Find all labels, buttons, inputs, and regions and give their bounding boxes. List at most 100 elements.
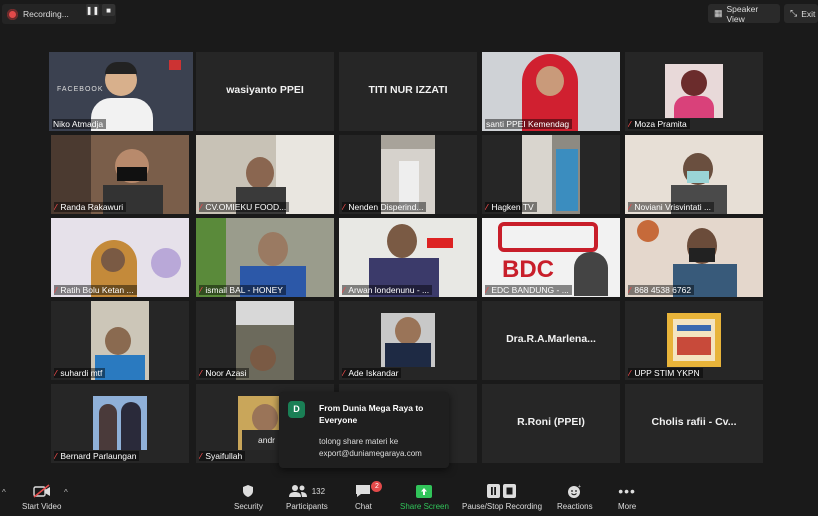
- share-screen-label: Share Screen: [400, 502, 449, 511]
- participant-tile[interactable]: ⁄ Bernard Parlaungan: [51, 384, 189, 463]
- participant-center-name: Dra.R.A.Marlena...: [506, 333, 596, 345]
- share-screen-icon: [416, 483, 433, 499]
- video-options-chevron-icon[interactable]: ^: [64, 488, 68, 497]
- speaker-view-icon: ▦: [714, 8, 723, 18]
- participant-tile[interactable]: ⁄ Ade Iskandar: [339, 301, 477, 380]
- participant-tile[interactable]: ⁄ UPP STIM YKPN: [625, 301, 763, 380]
- participant-name: santi PPEI Kemendag: [485, 119, 573, 129]
- muted-mic-icon: ⁄: [200, 451, 202, 461]
- chat-notification[interactable]: D From Dunia Mega Raya to Everyone tolon…: [279, 392, 449, 468]
- pause-recording-icon[interactable]: ❚❚: [86, 4, 99, 16]
- muted-mic-icon: ⁄: [343, 368, 345, 378]
- participant-name: ⁄ Ratih Bolu Ketan ...: [54, 285, 137, 295]
- participant-name: ⁄ Ade Iskandar: [342, 368, 402, 378]
- participant-tile[interactable]: BDC ⁄ EDC BANDUNG - ...: [482, 218, 620, 297]
- chat-unread-badge: 2: [371, 481, 383, 492]
- svg-text:+: +: [578, 484, 581, 490]
- reactions-label: Reactions: [557, 502, 593, 511]
- muted-mic-icon: ⁄: [200, 285, 202, 295]
- participants-button[interactable]: 132 Participants: [286, 483, 328, 511]
- participant-tile[interactable]: ⁄ 868 4538 6762: [625, 218, 763, 297]
- participant-name: ⁄ UPP STIM YKPN: [628, 368, 703, 378]
- chat-label: Chat: [355, 502, 372, 511]
- more-button[interactable]: ••• More: [618, 483, 636, 511]
- muted-mic-icon: ⁄: [629, 368, 631, 378]
- muted-mic-icon: ⁄: [629, 285, 631, 295]
- muted-mic-icon: ⁄: [200, 368, 202, 378]
- speaker-view-button[interactable]: ▦ Speaker View: [708, 4, 780, 24]
- reaction-smiley-icon: +: [567, 483, 582, 499]
- participant-tile[interactable]: TITI NUR IZZATI ⁄: [339, 52, 477, 131]
- participant-name: ⁄ Nenden Disperind...: [342, 202, 427, 212]
- chat-bubble-icon: 2: [355, 481, 383, 499]
- participant-tile[interactable]: ⁄ Hagken TV: [482, 135, 620, 214]
- security-button[interactable]: Security: [234, 483, 263, 511]
- more-label: More: [618, 502, 637, 511]
- participant-tile[interactable]: ⁄ ismail BAL - HONEY: [196, 218, 334, 297]
- participant-name: ⁄ Syaifullah: [199, 451, 246, 461]
- participant-center-name: TITI NUR IZZATI: [368, 84, 448, 96]
- participant-tile[interactable]: ⁄ Nenden Disperind...: [339, 135, 477, 214]
- participant-tile[interactable]: santi PPEI Kemendag: [482, 52, 620, 131]
- video-feed: [665, 64, 723, 118]
- participant-center-name: Cholis rafii - Cv...: [651, 416, 737, 428]
- pause-stop-recording-button[interactable]: Pause/Stop Recording: [462, 483, 542, 511]
- muted-mic-icon: ⁄: [55, 285, 57, 295]
- participants-label: Participants: [286, 502, 328, 511]
- muted-mic-icon: ⁄: [629, 119, 631, 129]
- participant-tile[interactable]: ⁄ Ratih Bolu Ketan ...: [51, 218, 189, 297]
- participant-tile[interactable]: FACEBOOK Niko Atmadja: [49, 52, 193, 131]
- participant-tile[interactable]: ⁄ Moza Pramita: [625, 52, 763, 131]
- participant-tile[interactable]: ⁄ CV.OMIEKU FOOD...: [196, 135, 334, 214]
- chat-button[interactable]: 2 Chat: [355, 481, 383, 511]
- muted-mic-icon: ⁄: [55, 451, 57, 461]
- participant-name: ⁄ ismail BAL - HONEY: [199, 285, 286, 295]
- participant-center-name: andr: [258, 435, 276, 445]
- video-off-icon: [33, 483, 51, 499]
- participant-center-name: wasiyanto PPEI: [226, 84, 304, 96]
- participant-tile[interactable]: Dra.R.A.Marlena... ⁄: [482, 301, 620, 380]
- stop-recording-icon[interactable]: ■: [102, 4, 115, 16]
- participants-icon: 132: [288, 483, 326, 499]
- pause-stop-icon: [487, 483, 517, 499]
- participant-name: ⁄ Noor Azasi: [199, 368, 250, 378]
- participant-tile[interactable]: ⁄ Randa Rakawuri: [51, 135, 189, 214]
- top-bar: Recording... ❚❚ ■ ▦ Speaker View ⤡ Exit: [0, 0, 818, 30]
- participant-name: ⁄ CV.OMIEKU FOOD...: [199, 202, 290, 212]
- participant-name: ⁄ suhardi mtf: [54, 368, 106, 378]
- share-screen-button[interactable]: Share Screen: [400, 483, 449, 511]
- exit-fullscreen-button[interactable]: ⤡ Exit: [784, 4, 818, 23]
- exit-fullscreen-icon: ⤡: [790, 8, 798, 18]
- participant-tile[interactable]: ⁄ suhardi mtf: [51, 301, 189, 380]
- reactions-button[interactable]: + Reactions: [557, 483, 593, 512]
- participant-tile[interactable]: R.Roni (PPEI) ⁄: [482, 384, 620, 463]
- participant-tile[interactable]: wasiyanto PPEI ⁄: [196, 52, 334, 131]
- participant-name: ⁄ 868 4538 6762: [628, 285, 695, 295]
- security-label: Security: [234, 502, 263, 511]
- exit-label: Exit: [801, 8, 816, 19]
- muted-mic-icon: ⁄: [55, 368, 57, 378]
- participant-tile[interactable]: ⁄ Noviani Vrisvintati ...: [625, 135, 763, 214]
- video-feed: [381, 313, 435, 367]
- participant-tile[interactable]: ⁄ Noor Azasi: [196, 301, 334, 380]
- participant-tile[interactable]: ⁄ Arwan londenunu - ...: [339, 218, 477, 297]
- participant-name: ⁄ Arwan londenunu - ...: [342, 285, 433, 295]
- participants-count: 132: [311, 486, 326, 496]
- recording-dot-icon: [7, 8, 18, 20]
- participant-tile[interactable]: Cholis rafii - Cv... ⁄: [625, 384, 763, 463]
- chat-message-text: tolong share materi ke export@duniamegar…: [319, 437, 422, 458]
- participant-name: ⁄ Bernard Parlaungan: [54, 451, 140, 461]
- muted-mic-icon: ⁄: [486, 202, 488, 212]
- participant-center-name: R.Roni (PPEI): [517, 416, 585, 428]
- more-dots-icon: •••: [618, 483, 636, 499]
- participant-name: ⁄ EDC BANDUNG - ...: [485, 285, 572, 295]
- audio-options-chevron-icon[interactable]: ^: [2, 488, 6, 497]
- recording-label: Recording...: [23, 9, 69, 19]
- muted-mic-icon: ⁄: [343, 285, 345, 295]
- start-video-button[interactable]: Start Video: [22, 483, 61, 511]
- participant-name: ⁄ Noviani Vrisvintati ...: [628, 202, 715, 212]
- participant-name: ⁄ Randa Rakawuri: [54, 202, 127, 212]
- muted-mic-icon: ⁄: [343, 202, 345, 212]
- muted-mic-icon: ⁄: [55, 202, 57, 212]
- participant-name: ⁄ Hagken TV: [485, 202, 537, 212]
